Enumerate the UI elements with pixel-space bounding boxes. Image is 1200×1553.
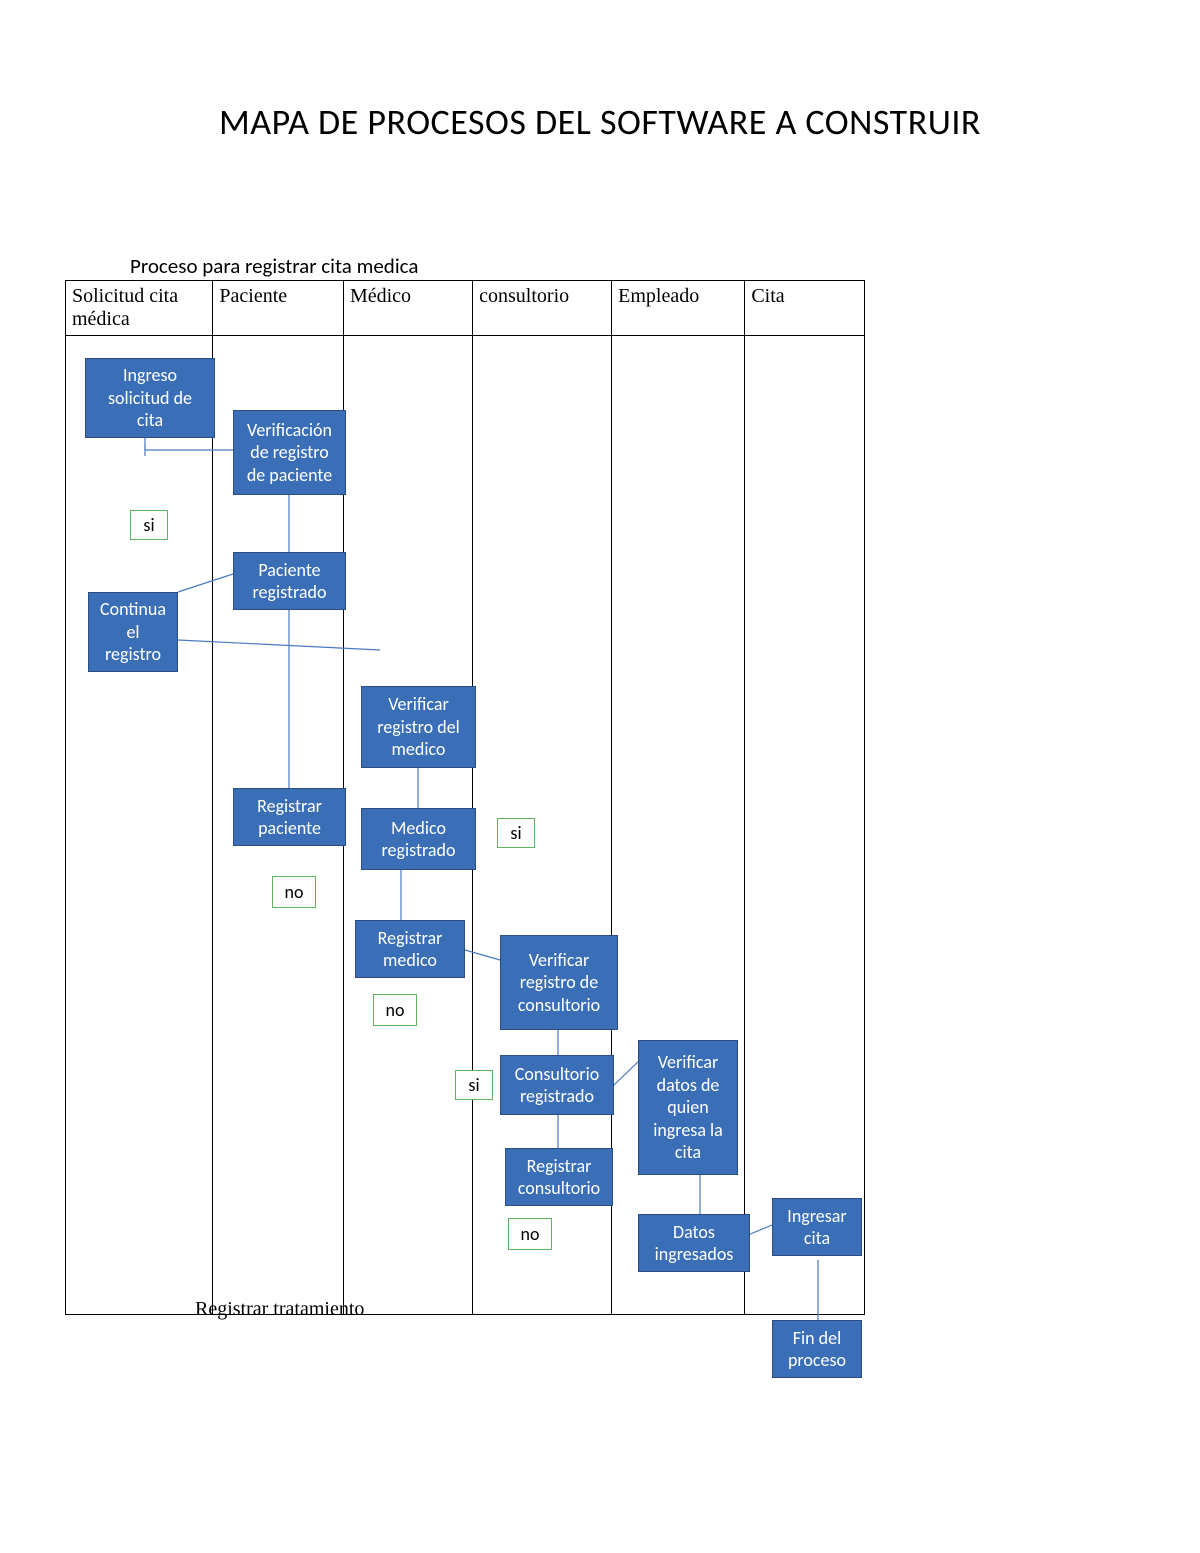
box-datos-ingresados: Datos ingresados: [638, 1214, 750, 1272]
box-consultorio-registrado: Consultorio registrado: [500, 1055, 614, 1115]
label-si-3: si: [455, 1070, 493, 1100]
lane-body-solicitud: [66, 336, 213, 1315]
label-no-3: no: [508, 1218, 552, 1250]
lane-header-paciente: Paciente: [213, 281, 344, 336]
label-si-1: si: [130, 510, 168, 540]
lane-header-empleado: Empleado: [612, 281, 745, 336]
lane-header-cita: Cita: [745, 281, 865, 336]
process-subtitle: Proceso para registrar cita medica: [130, 253, 418, 279]
page-title: MAPA DE PROCESOS DEL SOFTWARE A CONSTRUI…: [0, 100, 1200, 144]
box-ingreso-solicitud: Ingreso solicitud de cita: [85, 358, 215, 438]
label-no-2: no: [373, 994, 417, 1026]
label-no-1: no: [272, 876, 316, 908]
box-medico-registrado: Medico registrado: [361, 808, 476, 870]
lane-body-cita: [745, 336, 865, 1315]
label-si-2: si: [497, 818, 535, 848]
box-fin-proceso: Fin del proceso: [772, 1320, 862, 1378]
box-registrar-consultorio: Registrar consultorio: [505, 1148, 613, 1206]
box-ingresar-cita: Ingresar cita: [772, 1198, 862, 1256]
lane-header-medico: Médico: [343, 281, 472, 336]
lane-header-solicitud: Solicitud cita médica: [66, 281, 213, 336]
lane-header-consultorio: consultorio: [473, 281, 612, 336]
box-paciente-registrado: Paciente registrado: [233, 552, 346, 610]
footer-text: Registrar tratamiento: [195, 1298, 364, 1321]
box-verificar-consultorio: Verificar registro de consultorio: [500, 935, 618, 1030]
swimlane-header-row: Solicitud cita médica Paciente Médico co…: [66, 281, 865, 336]
box-verificacion-paciente: Verificación de registro de paciente: [233, 410, 346, 495]
box-registrar-paciente: Registrar paciente: [233, 788, 346, 846]
box-verificar-datos-empleado: Verificar datos de quien ingresa la cita: [638, 1040, 738, 1175]
box-registrar-medico: Registrar medico: [355, 920, 465, 978]
box-continua-registro: Continua el registro: [88, 592, 178, 672]
page: MAPA DE PROCESOS DEL SOFTWARE A CONSTRUI…: [0, 0, 1200, 1553]
box-verificar-medico: Verificar registro del medico: [361, 686, 476, 768]
